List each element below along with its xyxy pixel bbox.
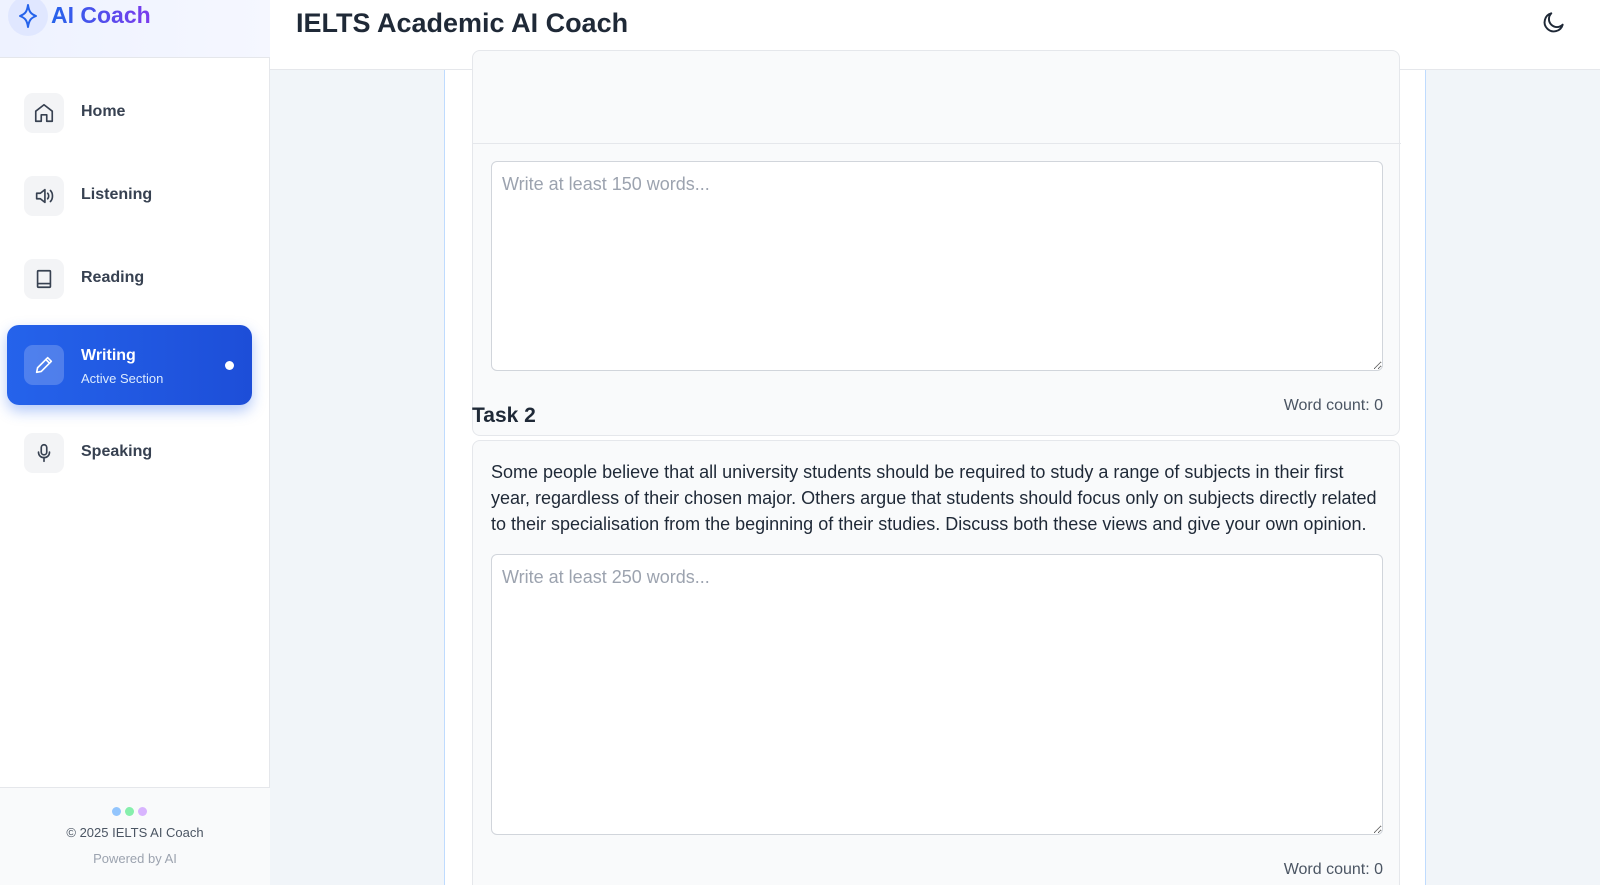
- active-indicator: [225, 361, 234, 370]
- dot: [112, 807, 121, 816]
- dot: [138, 807, 147, 816]
- task1-word-count: Word count: 0: [1283, 397, 1383, 414]
- powered-by-text: Powered by AI: [93, 851, 177, 866]
- microphone-icon: [24, 433, 64, 473]
- sidebar-item-home[interactable]: Home: [7, 73, 252, 153]
- task2-word-count: Word count: 0: [1283, 861, 1383, 878]
- copyright-text: © 2025 IELTS AI Coach: [66, 825, 204, 840]
- book-icon: [24, 259, 64, 299]
- sidebar-footer: © 2025 IELTS AI Coach Powered by AI: [0, 787, 270, 885]
- theme-toggle-button[interactable]: [1536, 6, 1572, 42]
- sidebar-item-label: Home: [81, 103, 126, 120]
- task2-prompt: Some people believe that all university …: [491, 462, 1377, 534]
- pencil-icon: [24, 345, 64, 385]
- moon-icon: [1541, 9, 1567, 40]
- sidebar-item-speaking[interactable]: Speaking: [7, 413, 252, 493]
- brand-header: AI Coach: [0, 0, 270, 58]
- brand-title[interactable]: AI Coach: [51, 0, 151, 30]
- task1-answer-input[interactable]: [491, 161, 1383, 371]
- sparkle-icon: [8, 0, 48, 36]
- task1-panel: Word count: 0: [472, 50, 1401, 436]
- task2-answer-input[interactable]: [491, 554, 1383, 835]
- page-title: IELTS Academic AI Coach: [296, 8, 629, 38]
- home-icon: [24, 93, 64, 133]
- sidebar-item-label: Writing: [81, 347, 136, 364]
- sidebar-item-reading[interactable]: Reading: [7, 239, 252, 319]
- sidebar: AI Coach Home Listening Reading Writing …: [0, 0, 270, 885]
- sidebar-item-sublabel: Active Section: [81, 371, 164, 386]
- task2-title: Task 2: [472, 404, 536, 427]
- sidebar-item-listening[interactable]: Listening: [7, 156, 252, 236]
- sidebar-item-label: Speaking: [81, 443, 153, 460]
- sidebar-item-label: Reading: [81, 269, 145, 286]
- sidebar-item-writing[interactable]: Writing Active Section: [7, 325, 252, 405]
- dot: [125, 807, 134, 816]
- task2-panel: Some people believe that all university …: [472, 440, 1400, 885]
- decorative-dots: [112, 807, 147, 816]
- sidebar-item-label: Listening: [81, 186, 153, 203]
- speaker-icon: [24, 176, 64, 216]
- divider: [473, 143, 1401, 144]
- writing-card: Word count: 0 Task 2 Some people believe…: [444, 50, 1426, 885]
